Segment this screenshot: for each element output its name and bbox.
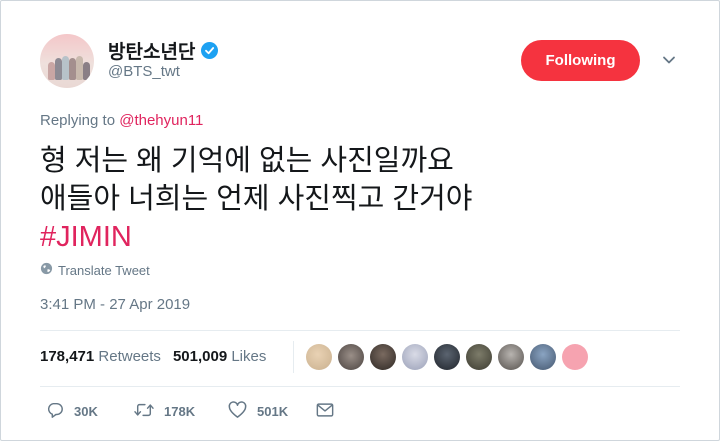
- likes-label: Likes: [231, 348, 267, 365]
- author-display-name[interactable]: 방탄소년단: [108, 37, 195, 64]
- liker-avatar[interactable]: [562, 344, 588, 370]
- direct-message-button[interactable]: [316, 402, 334, 421]
- liker-avatar[interactable]: [530, 344, 556, 370]
- tweet-actions: 30K 178K 501K: [46, 401, 334, 422]
- liker-avatar[interactable]: [306, 344, 332, 370]
- tweet-text-line: 형 저는 왜 기억에 없는 사진일까요: [40, 145, 454, 177]
- author-handle[interactable]: @BTS_twt: [108, 63, 180, 80]
- chevron-down-icon[interactable]: [662, 53, 676, 67]
- replying-prefix: Replying to: [40, 112, 116, 129]
- tweet-text: 형 저는 왜 기억에 없는 사진일까요 애들아 너희는 언제 사진찍고 간거야 …: [40, 142, 680, 256]
- like-button[interactable]: 501K: [228, 401, 316, 422]
- tweet-text-line: 애들아 너희는 언제 사진찍고 간거야: [40, 183, 473, 215]
- heart-icon: [228, 401, 247, 422]
- engagement-stats: 178,471 Retweets 501,009 Likes: [40, 348, 266, 365]
- avatar[interactable]: [40, 34, 94, 88]
- translate-tweet[interactable]: Translate Tweet: [40, 262, 150, 278]
- retweets-label: Retweets: [98, 348, 161, 365]
- liker-avatar[interactable]: [498, 344, 524, 370]
- hashtag-link[interactable]: #JIMIN: [40, 218, 680, 256]
- reply-count: 30K: [74, 404, 98, 419]
- reply-icon: [46, 401, 64, 422]
- reply-button[interactable]: 30K: [46, 401, 134, 422]
- following-button[interactable]: Following: [521, 40, 640, 81]
- retweets-stat[interactable]: 178,471 Retweets: [40, 348, 161, 365]
- envelope-icon: [316, 402, 334, 421]
- liker-avatar[interactable]: [466, 344, 492, 370]
- retweet-button[interactable]: 178K: [134, 401, 228, 422]
- retweets-count: 178,471: [40, 348, 95, 365]
- globe-icon: [40, 262, 53, 278]
- replying-to: Replying to @thehyun11: [40, 112, 203, 129]
- retweet-count: 178K: [164, 404, 196, 419]
- liker-avatar[interactable]: [338, 344, 364, 370]
- likes-stat[interactable]: 501,009 Likes: [173, 348, 266, 365]
- divider: [40, 386, 680, 387]
- liker-avatar[interactable]: [370, 344, 396, 370]
- tweet-timestamp[interactable]: 3:41 PM - 27 Apr 2019: [40, 296, 190, 313]
- likes-count: 501,009: [172, 348, 228, 365]
- retweet-icon: [134, 401, 154, 422]
- liker-avatar[interactable]: [434, 344, 460, 370]
- reply-mention-link[interactable]: @thehyun11: [119, 112, 203, 129]
- verified-badge-icon: [201, 42, 219, 59]
- liker-avatar[interactable]: [402, 344, 428, 370]
- divider: [40, 330, 680, 331]
- liker-avatars: [293, 341, 588, 373]
- translate-label[interactable]: Translate Tweet: [58, 263, 150, 278]
- like-count: 501K: [257, 404, 289, 419]
- author-name-row[interactable]: 방탄소년단: [108, 37, 219, 64]
